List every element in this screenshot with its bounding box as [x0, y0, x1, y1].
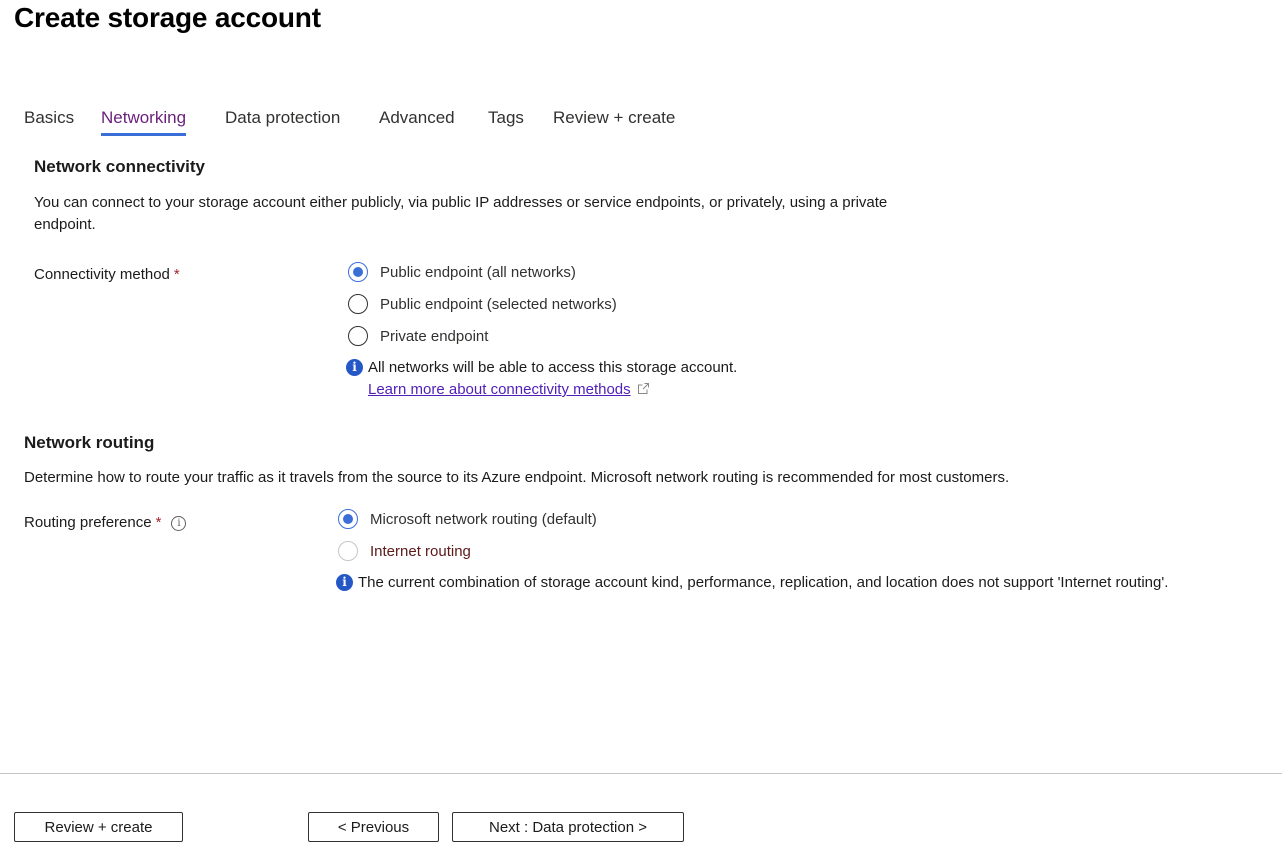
review-create-button[interactable]: Review + create	[14, 812, 183, 842]
tab-data-protection[interactable]: Data protection	[225, 108, 340, 136]
radio-microsoft-network-routing[interactable]: Microsoft network routing (default)	[338, 509, 597, 529]
info-outline-icon[interactable]: i	[171, 516, 187, 531]
tab-advanced[interactable]: Advanced	[379, 108, 455, 136]
external-link-icon	[637, 383, 649, 394]
routing-preference-label: Routing preference * i	[24, 514, 187, 531]
radio-label: Microsoft network routing (default)	[370, 510, 597, 528]
routing-info-message: i The current combination of storage acc…	[336, 574, 1168, 591]
connectivity-info-message: i All networks will be able to access th…	[346, 359, 737, 376]
tab-review-create[interactable]: Review + create	[553, 108, 675, 136]
radio-label: Private endpoint	[380, 327, 489, 345]
previous-button[interactable]: < Previous	[308, 812, 439, 842]
radio-label: Public endpoint (selected networks)	[380, 295, 617, 313]
radio-button[interactable]	[348, 326, 368, 346]
learn-more-connectivity-link[interactable]: Learn more about connectivity methods	[368, 381, 650, 398]
radio-internet-routing: Internet routing	[338, 541, 471, 561]
info-filled-icon: i	[346, 359, 363, 376]
tab-tags[interactable]: Tags	[488, 108, 524, 136]
routing-info-text: The current combination of storage accou…	[358, 574, 1169, 591]
radio-public-selected-networks[interactable]: Public endpoint (selected networks)	[348, 294, 617, 314]
network-routing-heading: Network routing	[24, 433, 155, 452]
network-connectivity-description: You can connect to your storage account …	[34, 194, 888, 233]
create-storage-account-page: Create storage account Basics Networking…	[0, 0, 1282, 853]
radio-public-all-networks[interactable]: Public endpoint (all networks)	[348, 262, 576, 282]
radio-label: Internet routing	[370, 542, 471, 560]
network-routing-description: Determine how to route your traffic as i…	[24, 469, 1010, 486]
radio-label: Public endpoint (all networks)	[380, 263, 576, 281]
radio-button-checked[interactable]	[348, 262, 368, 282]
radio-button-disabled	[338, 541, 358, 561]
radio-private-endpoint[interactable]: Private endpoint	[348, 326, 488, 346]
next-data-protection-button[interactable]: Next : Data protection >	[452, 812, 684, 842]
info-filled-icon: i	[336, 574, 353, 591]
required-marker: *	[155, 514, 162, 531]
learn-more-link-text[interactable]: Learn more about connectivity methods	[368, 381, 631, 398]
footer-divider	[0, 773, 1282, 774]
routing-preference-label-text: Routing preference	[24, 514, 152, 531]
tab-networking[interactable]: Networking	[101, 108, 187, 136]
connectivity-info-text: All networks will be able to access this…	[368, 359, 738, 376]
radio-button-checked[interactable]	[338, 509, 358, 529]
connectivity-method-label-text: Connectivity method	[34, 266, 170, 283]
radio-button[interactable]	[348, 294, 368, 314]
required-marker: *	[173, 266, 180, 283]
network-connectivity-heading: Network connectivity	[34, 157, 205, 176]
page-title: Create storage account	[14, 2, 321, 33]
connectivity-method-label: Connectivity method *	[34, 266, 180, 283]
tab-basics[interactable]: Basics	[24, 108, 74, 136]
